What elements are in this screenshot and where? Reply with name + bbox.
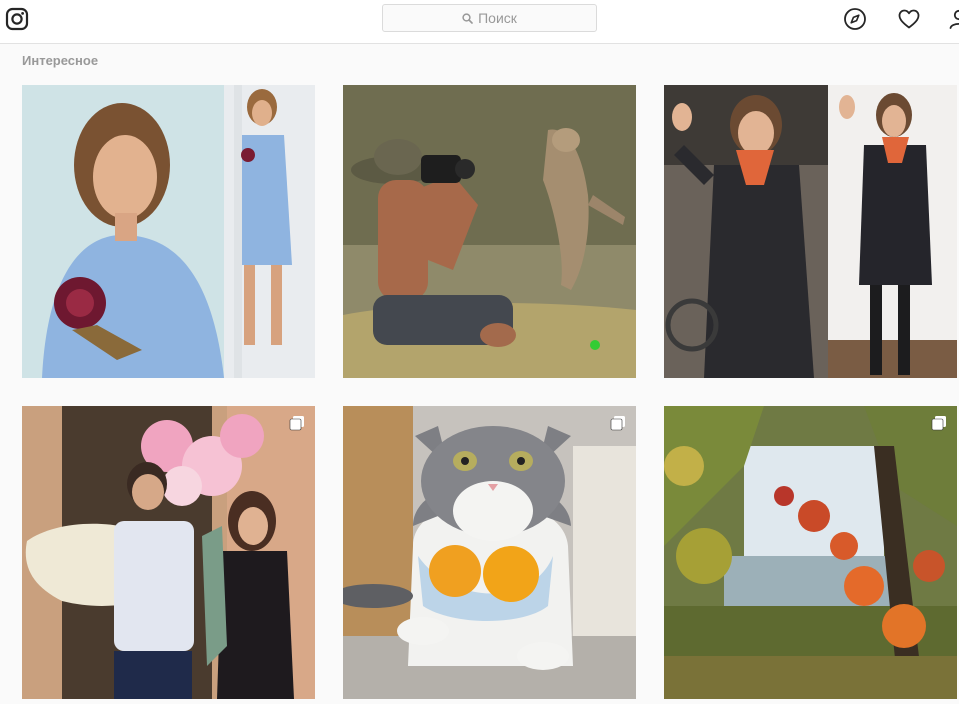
- top-navigation-bar: Поиск: [0, 0, 959, 44]
- search-input[interactable]: Поиск: [382, 4, 597, 32]
- heart-icon[interactable]: [897, 7, 921, 31]
- multiple-photos-icon: [610, 415, 626, 431]
- section-title: Интересное: [22, 53, 99, 68]
- person-icon[interactable]: [947, 7, 959, 31]
- explore-post-5[interactable]: [343, 406, 636, 699]
- multiple-photos-icon: [289, 415, 305, 431]
- explore-post-2[interactable]: [343, 85, 636, 378]
- post-photo-boy-and-cat: [343, 85, 636, 378]
- instagram-camera-icon[interactable]: [5, 7, 29, 31]
- multiple-photos-icon: [931, 415, 947, 431]
- post-photo-cat-oranges: [343, 406, 636, 699]
- explore-post-1[interactable]: [22, 85, 315, 378]
- post-photo-couple-balloons: [22, 406, 315, 699]
- post-photo-flight-attendants: [664, 85, 957, 378]
- search-icon: [462, 12, 473, 24]
- compass-icon[interactable]: [843, 7, 867, 31]
- explore-post-3[interactable]: [664, 85, 957, 378]
- search-placeholder: Поиск: [478, 10, 517, 26]
- post-photo-woman-blue-dress: [22, 85, 315, 378]
- explore-post-6[interactable]: [664, 406, 957, 699]
- post-photo-autumn-lake: [664, 406, 957, 699]
- explore-post-4[interactable]: [22, 406, 315, 699]
